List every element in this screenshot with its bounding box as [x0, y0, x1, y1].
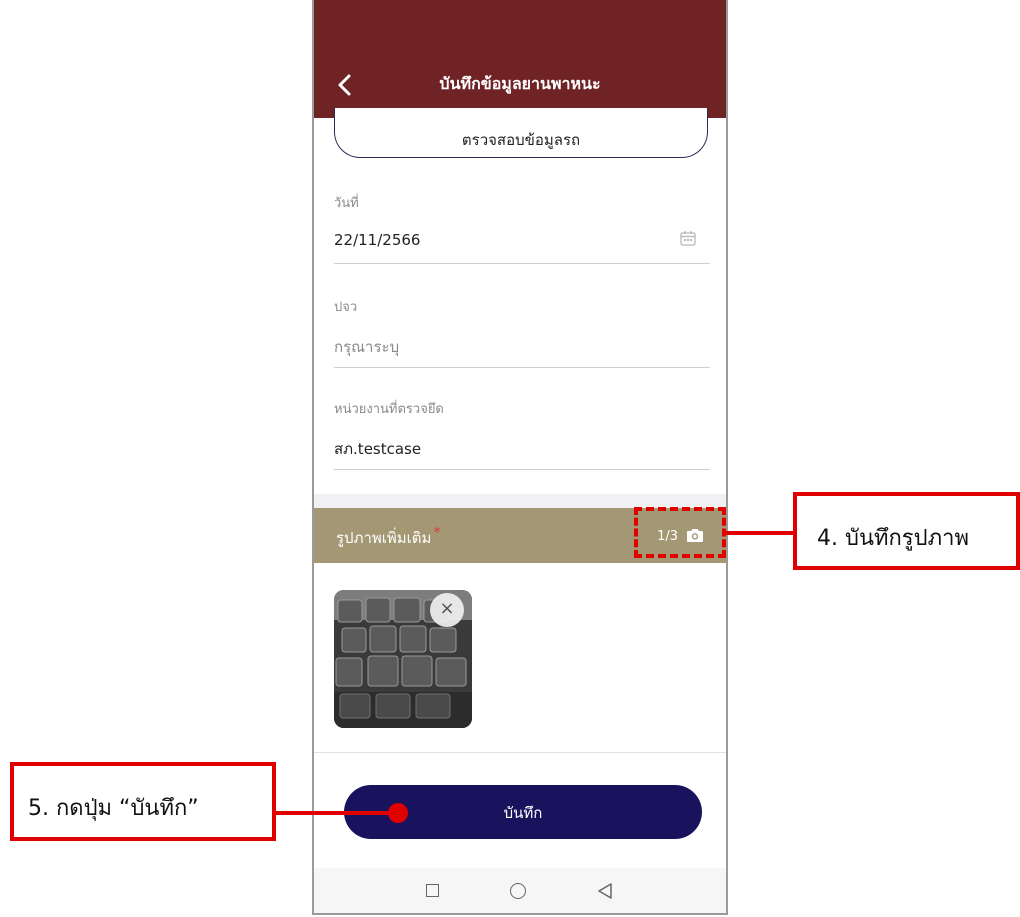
unit-value[interactable]: สภ.testcase: [334, 437, 710, 461]
annotation-step5-box: 5. กดปุ่ม “บันทึก”: [10, 762, 276, 841]
date-value: 22/11/2566: [334, 231, 421, 249]
unit-label: หน่วยงานที่ตรวจยึด: [334, 402, 444, 417]
date-field[interactable]: วันที่ 22/11/2566: [334, 192, 710, 264]
annotation-step5-text: 5. กดปุ่ม “บันทึก”: [28, 796, 199, 821]
unit-field[interactable]: หน่วยงานที่ตรวจยึด สภ.testcase: [334, 398, 710, 470]
status-bar: [314, 0, 726, 52]
required-mark: *: [433, 525, 441, 541]
section-gap: [314, 494, 726, 508]
annotation-step4-text: 4. บันทึกรูปภาพ: [817, 526, 969, 551]
pcv-underline: [334, 367, 710, 368]
camera-highlight-box: [634, 507, 726, 558]
photo-section-title: รูปภาพเพิ่มเติม *: [336, 525, 441, 550]
photo-label: รูปภาพเพิ่มเติม: [336, 529, 432, 547]
date-underline: [334, 263, 710, 264]
recent-apps-icon[interactable]: [426, 884, 439, 897]
annotation-connector-5: [276, 811, 398, 815]
remove-photo-icon[interactable]: ×: [430, 593, 464, 627]
annotation-step4-box: 4. บันทึกรูปภาพ: [793, 492, 1020, 570]
nav-back-icon[interactable]: [596, 882, 614, 900]
calendar-icon[interactable]: [680, 230, 696, 246]
check-vehicle-button[interactable]: ตรวจสอบข้อมูลรถ: [334, 108, 708, 158]
home-icon[interactable]: [510, 883, 526, 899]
phone-screen: บันทึกข้อมูลยานพาหนะ ตรวจสอบข้อมูลรถ วัน…: [312, 0, 728, 915]
pcv-field[interactable]: ปจว กรุณาระบุ: [334, 296, 710, 368]
bottom-separator: [314, 752, 726, 753]
annotation-connector-4: [726, 531, 796, 535]
date-label: วันที่: [334, 196, 359, 211]
unit-underline: [334, 469, 710, 470]
check-vehicle-label: ตรวจสอบข้อมูลรถ: [461, 131, 581, 149]
pcv-input[interactable]: กรุณาระบุ: [334, 335, 710, 359]
android-nav-bar: [314, 868, 726, 913]
annotation-dot-5: [388, 803, 408, 823]
page-title: บันทึกข้อมูลยานพาหนะ: [439, 74, 601, 93]
pcv-label: ปจว: [334, 300, 358, 315]
